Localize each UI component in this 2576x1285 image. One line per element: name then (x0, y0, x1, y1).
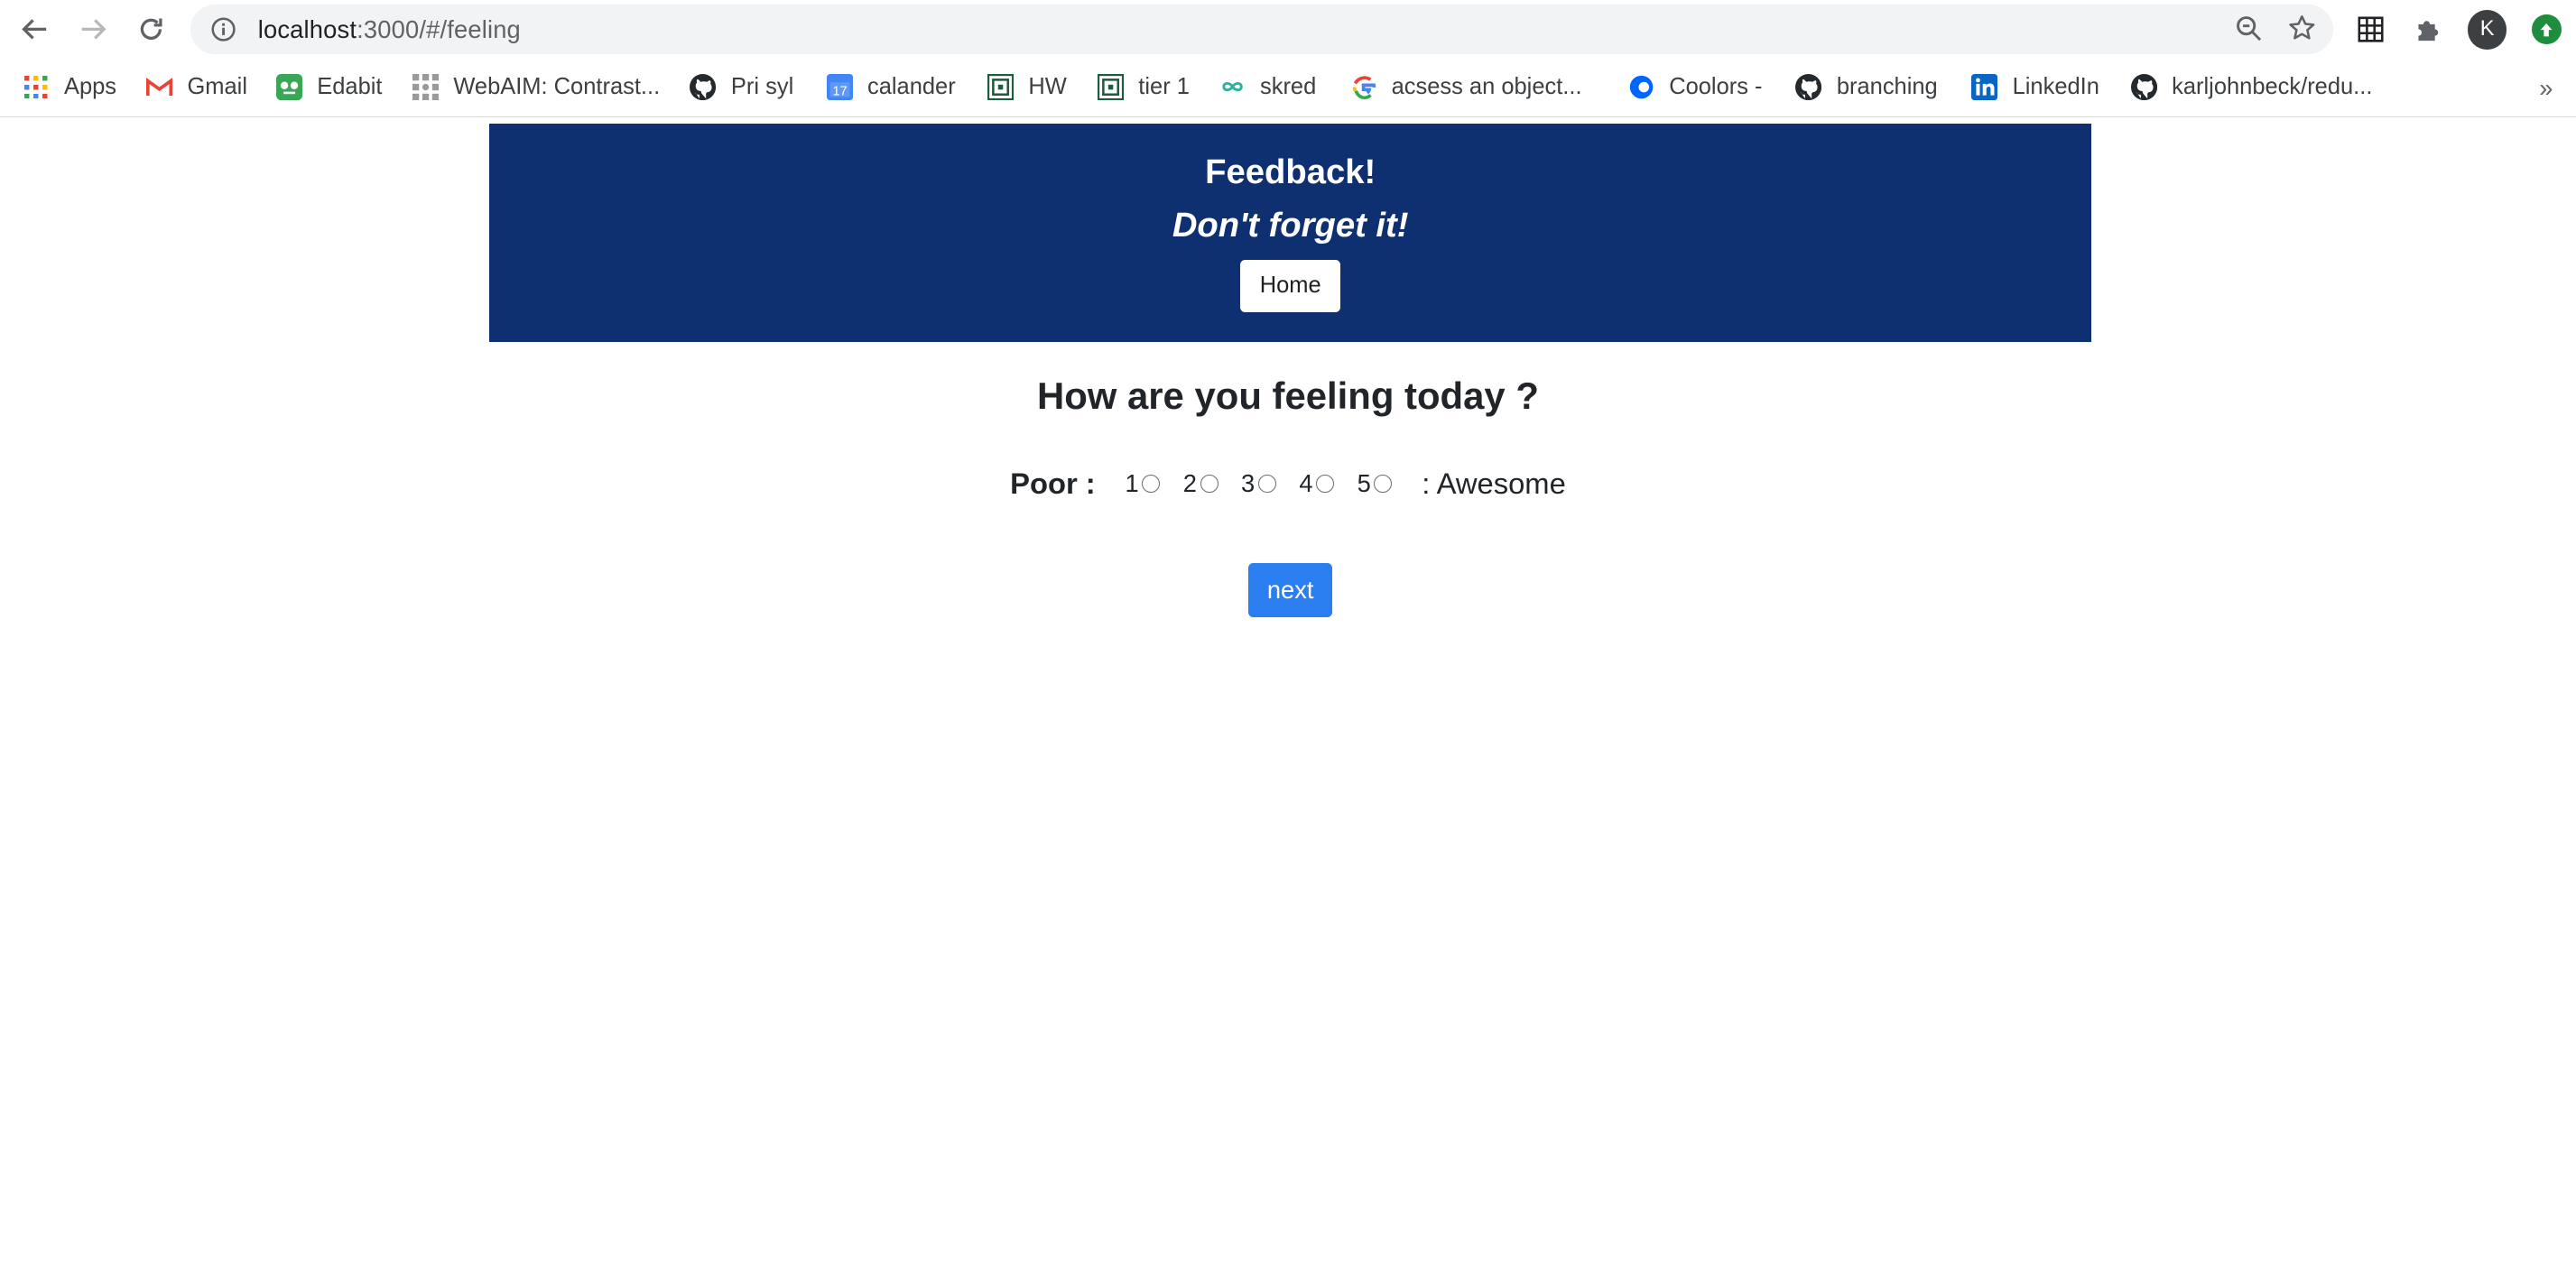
bookmark-karljohnbeck[interactable]: karljohnbeck/redu... (2130, 73, 2373, 100)
back-button[interactable] (16, 12, 52, 48)
rating-option-4[interactable]: 4 (1299, 468, 1335, 498)
bookmark-label: LinkedIn (2012, 73, 2099, 99)
bookmark-webaim[interactable]: WebAIM: Contrast... (412, 73, 661, 100)
radio-2[interactable] (1200, 474, 1219, 493)
bookmarks-bar: Apps Gmail Edabit WebAIM: Contrast... Pr… (0, 60, 2576, 118)
coolors-icon (1628, 74, 1654, 100)
rating-scale: Poor : 1 2 3 4 5 : Awesome (0, 467, 2576, 501)
bookmark-star-icon[interactable] (2287, 14, 2317, 43)
bookmark-label: Gmail (187, 73, 247, 99)
app-header: Feedback! Don't forget it! Home (489, 123, 2091, 342)
bookmark-pri-syl[interactable]: Pri syl (690, 73, 794, 100)
webaim-icon (412, 73, 439, 100)
address-bar[interactable]: localhost:3000/#/feeling (190, 5, 2333, 55)
bookmark-label: skred (1259, 73, 1317, 99)
bookmark-calander[interactable]: 17 calander (826, 73, 956, 100)
more-bookmarks-button[interactable]: » (2539, 74, 2553, 103)
apps-grid-icon (23, 74, 49, 100)
update-button[interactable] (2528, 12, 2564, 48)
extension-grid-button[interactable] (2352, 12, 2388, 48)
radio-5[interactable] (1374, 474, 1393, 493)
reload-icon (140, 18, 162, 41)
forward-button[interactable] (76, 12, 112, 48)
header-title: Feedback! (1205, 153, 1376, 192)
bookmark-label: Apps (63, 73, 117, 99)
rating-option-3[interactable]: 3 (1241, 469, 1276, 498)
edabit-icon (275, 73, 302, 100)
radio-4[interactable] (1316, 474, 1335, 493)
bookmark-coolors[interactable]: Coolors - (1628, 74, 1763, 100)
google-icon (1350, 74, 1376, 100)
github-icon (690, 73, 717, 100)
bookmark-label: branching (1836, 73, 1938, 99)
extensions-button[interactable] (2410, 12, 2446, 48)
grid-icon (2358, 16, 2384, 42)
rating-option-1[interactable]: 1 (1125, 468, 1161, 498)
high-label: : Awesome (1422, 466, 1566, 500)
radio-1[interactable] (1142, 474, 1161, 493)
bookmark-label: acsess an object... (1391, 73, 1582, 99)
rating-option-label: 5 (1357, 468, 1371, 497)
forward-arrow-icon (81, 19, 107, 40)
rating-option-label: 1 (1125, 468, 1139, 497)
calendar-icon: 17 (826, 73, 853, 100)
rating-option-label: 3 (1241, 468, 1256, 497)
gmail-icon (145, 74, 173, 100)
bookmark-label: WebAIM: Contrast... (453, 73, 661, 99)
rating-option-label: 2 (1182, 468, 1197, 497)
bookmark-label: Coolors - (1669, 73, 1763, 99)
url-path: :3000/#/feeling (357, 14, 521, 43)
browser-toolbar: localhost:3000/#/feeling K (0, 0, 2576, 61)
bookmark-linkedin[interactable]: LinkedIn (1971, 73, 2099, 100)
rating-option-2[interactable]: 2 (1183, 469, 1219, 498)
rating-option-5[interactable]: 5 (1357, 469, 1393, 498)
bookmark-label: calander (866, 73, 956, 99)
github-icon (2130, 73, 2157, 100)
home-button[interactable]: Home (1240, 259, 1341, 312)
svg-text:17: 17 (832, 85, 847, 99)
bookmark-edabit[interactable]: Edabit (275, 73, 383, 100)
url-text[interactable]: localhost:3000/#/feeling (258, 15, 521, 44)
bookmark-label: Pri syl (730, 73, 794, 99)
profile-button[interactable]: K (2467, 9, 2507, 50)
feeling-question: How are you feeling today ? (1037, 374, 1539, 417)
bookmark-branching[interactable]: branching (1795, 73, 1938, 100)
radio-3[interactable] (1257, 474, 1276, 493)
zoom-icon[interactable] (2234, 14, 2264, 43)
reload-button[interactable] (133, 12, 169, 48)
url-host: localhost (257, 14, 357, 43)
avatar: K (2467, 9, 2507, 50)
bookmark-gmail[interactable]: Gmail (145, 73, 247, 100)
bookmark-label: tier 1 (1138, 73, 1190, 99)
maze-icon (987, 73, 1014, 100)
bookmark-label: karljohnbeck/redu... (2172, 73, 2373, 99)
infinity-icon (1219, 74, 1246, 100)
linkedin-icon (1971, 73, 1998, 100)
back-arrow-icon (22, 19, 46, 40)
site-info-icon[interactable] (210, 16, 236, 42)
bookmark-apps[interactable]: Apps (23, 74, 116, 100)
bookmark-acsess[interactable]: acsess an object... (1350, 73, 1582, 100)
bookmark-skred[interactable]: skred (1219, 73, 1317, 100)
bookmark-label: HW (1028, 73, 1067, 99)
update-arrow-icon (2531, 14, 2562, 45)
bookmark-label: Edabit (317, 73, 383, 99)
next-button[interactable]: next (1248, 563, 1333, 618)
rating-option-label: 4 (1299, 468, 1313, 497)
bookmark-tier-1[interactable]: tier 1 (1097, 73, 1190, 100)
bookmark-hw[interactable]: HW (987, 73, 1067, 100)
page-content: Feedback! Don't forget it! Home How are … (0, 123, 2576, 1280)
puzzle-icon (2418, 21, 2439, 42)
header-subtitle: Don't forget it! (1172, 205, 1409, 245)
maze-icon (1097, 73, 1124, 100)
github-icon (1795, 73, 1822, 100)
low-label: Poor : (1010, 466, 1096, 500)
